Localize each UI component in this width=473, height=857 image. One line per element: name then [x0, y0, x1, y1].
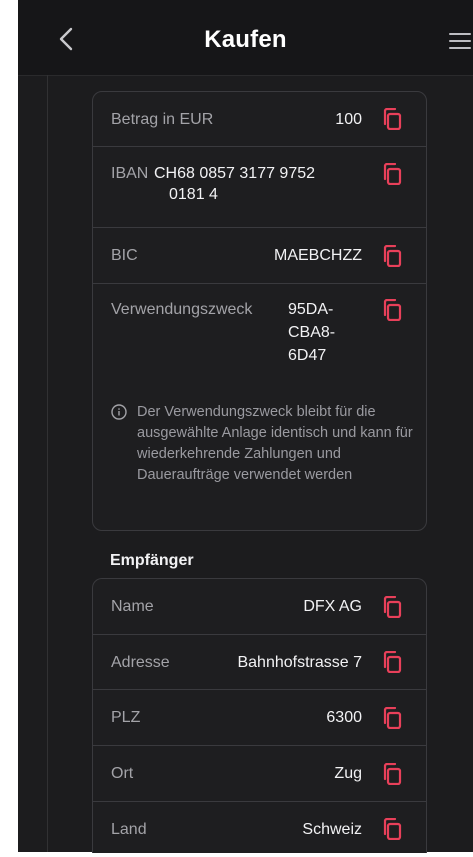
reference-row: Verwendungszweck 95DA- CBA8- 6D47 Der Ve…	[93, 284, 426, 531]
recipient-city-row: Ort Zug	[93, 746, 426, 802]
copy-amount-button[interactable]	[382, 108, 402, 130]
reference-value-line2: CBA8-	[288, 324, 336, 341]
copy-icon	[383, 707, 402, 729]
bic-value: MAEBCHZZ	[274, 247, 362, 264]
iban-value-line1: CH68 0857 3177 9752	[154, 165, 316, 182]
copy-iban-button[interactable]	[382, 163, 402, 185]
copy-reference-button[interactable]	[382, 299, 402, 321]
page-title: Kaufen	[204, 26, 287, 53]
recipient-country-row: Land Schweiz	[93, 802, 426, 856]
copy-address-button[interactable]	[382, 651, 402, 673]
top-bar: Kaufen	[18, 0, 473, 76]
recipient-name-label: Name	[111, 598, 154, 615]
recipient-address-value: Bahnhofstrasse 7	[237, 654, 362, 671]
copy-city-button[interactable]	[382, 763, 402, 785]
recipient-section-title: Empfänger	[110, 552, 194, 569]
reference-value-line3: 6D47	[288, 347, 327, 364]
reference-info-text: Der Verwendungszweck bleibt für die ausg…	[137, 404, 413, 483]
copy-icon	[383, 299, 402, 321]
divider-line	[47, 75, 48, 852]
bic-row: BIC MAEBCHZZ	[93, 228, 426, 284]
recipient-city-label: Ort	[111, 765, 134, 782]
left-edge	[0, 0, 18, 857]
amount-label: Betrag in EUR	[111, 111, 214, 128]
reference-label: Verwendungszweck	[111, 301, 253, 318]
copy-icon	[383, 108, 402, 130]
copy-zip-button[interactable]	[382, 707, 402, 729]
copy-icon	[383, 763, 402, 785]
hamburger-icon	[449, 33, 471, 49]
recipient-zip-label: PLZ	[111, 709, 141, 726]
copy-country-button[interactable]	[382, 818, 402, 840]
amount-value: 100	[335, 111, 362, 128]
payment-details-card: Betrag in EUR 100 IBAN CH68 0857 3177 97…	[92, 91, 427, 531]
recipient-card: Name DFX AG Adresse Bahnhofstrasse 7 PLZ…	[92, 578, 427, 853]
recipient-name-value: DFX AG	[303, 598, 362, 615]
info-icon	[111, 404, 127, 420]
recipient-zip-value: 6300	[326, 709, 362, 726]
copy-name-button[interactable]	[382, 596, 402, 618]
reference-value-line1: 95DA-	[288, 301, 334, 318]
iban-value-line2: 0181 4	[169, 186, 218, 203]
copy-icon	[383, 245, 402, 267]
copy-icon	[383, 163, 402, 185]
recipient-country-label: Land	[111, 821, 147, 838]
menu-button[interactable]	[449, 33, 471, 51]
recipient-city-value: Zug	[334, 765, 362, 782]
recipient-name-row: Name DFX AG	[93, 579, 426, 635]
iban-row: IBAN CH68 0857 3177 9752 0181 4	[93, 147, 426, 228]
amount-row: Betrag in EUR 100	[93, 92, 426, 147]
copy-icon	[383, 651, 402, 673]
recipient-address-row: Adresse Bahnhofstrasse 7	[93, 635, 426, 690]
copy-icon	[383, 596, 402, 618]
copy-icon	[383, 818, 402, 840]
iban-label: IBAN	[111, 165, 149, 182]
recipient-zip-row: PLZ 6300	[93, 690, 426, 746]
recipient-address-label: Adresse	[111, 654, 170, 671]
recipient-country-value: Schweiz	[302, 821, 362, 838]
copy-bic-button[interactable]	[382, 245, 402, 267]
bic-label: BIC	[111, 247, 138, 264]
